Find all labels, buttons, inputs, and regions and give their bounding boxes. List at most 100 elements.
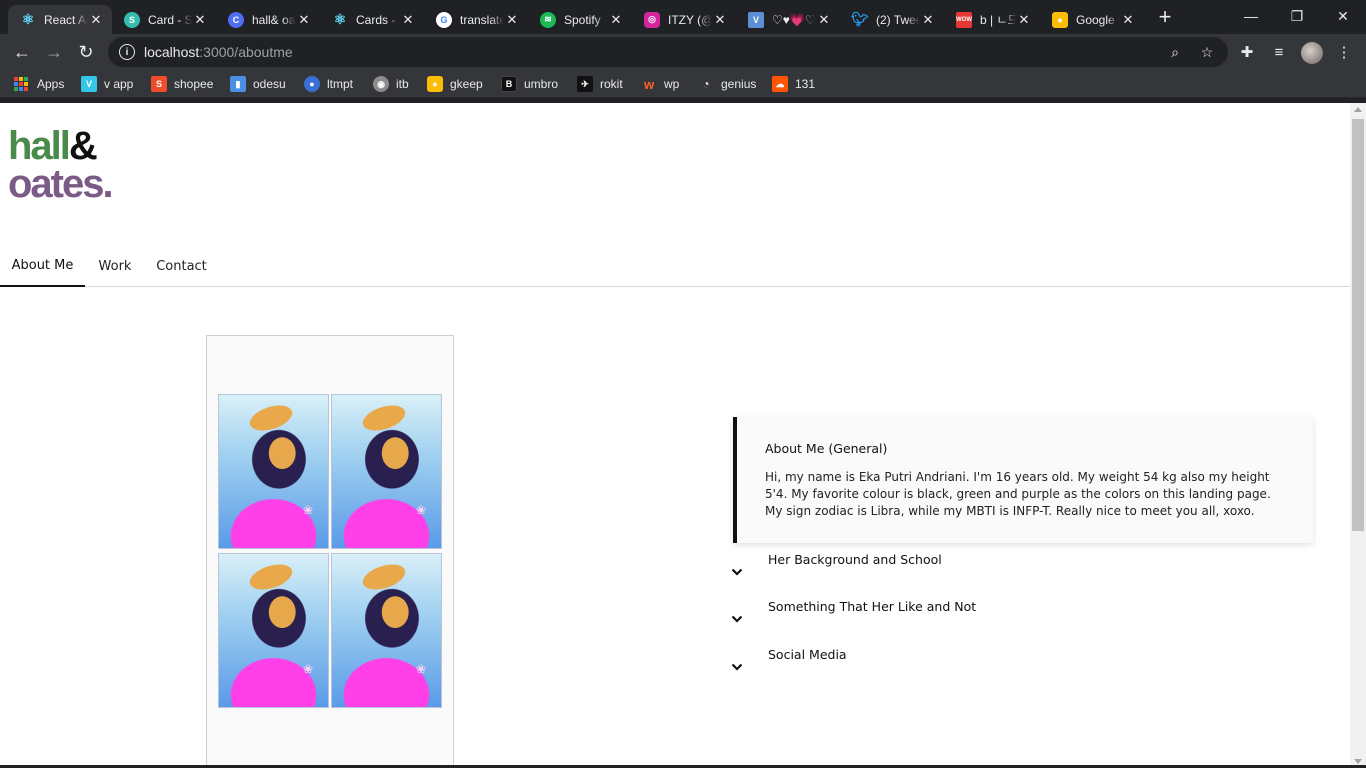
tab-about-me[interactable]: About Me	[0, 246, 85, 287]
restore-button[interactable]: ❐	[1274, 0, 1320, 32]
close-window-button[interactable]: ✕	[1320, 0, 1366, 32]
close-tab-icon[interactable]: ✕	[920, 12, 936, 28]
shopee-icon: S	[151, 76, 167, 92]
close-tab-icon[interactable]: ✕	[1120, 12, 1136, 28]
wow-icon: WOW	[956, 11, 972, 28]
browser-toolbar: ← → ↻ i localhost:3000/aboutme ⌕ ☆ ✚ ≡ ⋮	[0, 34, 1366, 70]
close-tab-icon[interactable]: ✕	[608, 12, 624, 28]
main-nav-tabs: About Me Work Contact	[0, 246, 1350, 287]
close-tab-icon[interactable]: ✕	[192, 12, 208, 28]
site-info-icon[interactable]: i	[119, 44, 135, 60]
accordion-label: Her Background and School	[768, 552, 942, 567]
close-tab-icon[interactable]: ✕	[1016, 12, 1032, 28]
instagram-icon: ◎	[644, 11, 660, 28]
forward-button[interactable]: →	[40, 38, 68, 66]
tab-twitter[interactable]: 🐦︎ (2) Twee ✕	[840, 5, 944, 34]
menu-kebab-icon[interactable]: ⋮	[1334, 42, 1354, 62]
soundcloud-icon: ☁	[772, 76, 788, 92]
react-icon: ⚛	[333, 11, 347, 27]
bookmark-rokit[interactable]: ✈ rokit	[577, 76, 623, 92]
chevron-down-icon[interactable]	[731, 566, 743, 578]
site-logo[interactable]: hall& oates.	[8, 126, 114, 204]
tab-google-keep[interactable]: ● Google Keep ✕	[1040, 5, 1144, 34]
tab-hearts[interactable]: V ♡♥💗♡ ✕	[736, 5, 840, 34]
chevron-down-icon[interactable]	[731, 661, 743, 673]
accordion-social-media[interactable]: Social Media	[731, 647, 1313, 691]
close-tab-icon[interactable]: ✕	[400, 12, 416, 28]
accordion-likes[interactable]: Something That Her Like and Not	[731, 599, 1313, 643]
about-general-title: About Me (General)	[765, 441, 888, 456]
v-app-icon: V	[81, 76, 97, 92]
browser-tab-bar: ⚛ React App ✕ S Card - Semantic ✕ C hall…	[0, 0, 1366, 34]
twitter-icon: 🐦︎	[851, 11, 869, 27]
zoom-icon[interactable]: ⌕	[1167, 44, 1183, 60]
bookmark-umbro[interactable]: B umbro	[501, 76, 558, 92]
tab-contact[interactable]: Contact	[145, 246, 218, 287]
genius-icon: ◔	[702, 77, 710, 91]
page-viewport: hall& oates. About Me Work Contact ❀ ❀ ❀…	[0, 103, 1350, 768]
odesu-icon: ▮	[230, 76, 246, 92]
bookmark-itb[interactable]: ◉ itb	[373, 76, 409, 92]
bookmark-star-icon[interactable]: ☆	[1199, 44, 1215, 60]
profile-avatar[interactable]	[1301, 42, 1323, 64]
about-general-card: About Me (General) Hi, my name is Eka Pu…	[733, 417, 1313, 543]
b-icon: B	[501, 76, 517, 92]
new-tab-button[interactable]: +	[1153, 6, 1177, 30]
tab-work[interactable]: Work	[85, 246, 145, 287]
page-scrollbar[interactable]	[1350, 103, 1366, 768]
profile-photo: ❀	[331, 394, 442, 549]
minimize-button[interactable]: —	[1228, 0, 1274, 32]
accordion-background-school[interactable]: Her Background and School	[731, 552, 1313, 596]
tab-translate[interactable]: G translate ✕	[424, 5, 528, 34]
tab-hall-oates[interactable]: C hall& oates ✕	[216, 5, 320, 34]
profile-photo: ❀	[331, 553, 442, 708]
vsco-icon: V	[748, 11, 764, 28]
profile-photo: ❀	[218, 394, 329, 549]
ltmpt-icon: ●	[304, 76, 320, 92]
close-tab-icon[interactable]: ✕	[816, 12, 832, 28]
close-tab-icon[interactable]: ✕	[296, 12, 312, 28]
bookmark-131[interactable]: ☁ 131	[772, 76, 815, 92]
media-queue-icon[interactable]: ≡	[1269, 42, 1289, 62]
close-tab-icon[interactable]: ✕	[504, 12, 520, 28]
reload-button[interactable]: ↻	[72, 38, 100, 66]
close-tab-icon[interactable]: ✕	[712, 12, 728, 28]
bookmark-genius[interactable]: ◔ genius	[698, 76, 756, 92]
url-text: localhost:3000/aboutme	[144, 44, 293, 60]
about-general-body: Hi, my name is Eka Putri Andriani. I'm 1…	[765, 470, 1271, 518]
tab-cards[interactable]: ⚛ Cards - ✕	[320, 5, 424, 34]
extensions-puzzle-icon[interactable]: ✚	[1237, 42, 1257, 62]
back-button[interactable]: ←	[8, 38, 36, 66]
scroll-up-arrow-icon[interactable]	[1354, 107, 1362, 112]
keep-icon: ●	[427, 76, 443, 92]
bookmark-v-app[interactable]: V v app	[81, 76, 133, 92]
address-bar[interactable]: i localhost:3000/aboutme ⌕ ☆	[108, 37, 1228, 67]
scroll-down-arrow-icon[interactable]	[1354, 759, 1362, 764]
bookmark-wp[interactable]: w wp	[641, 76, 679, 92]
scrollbar-thumb[interactable]	[1352, 119, 1364, 531]
bookmark-gkeep[interactable]: ● gkeep	[427, 76, 483, 92]
tab-wow[interactable]: WOW b | ㄴ드 ✕	[944, 5, 1040, 34]
itb-icon: ◉	[373, 76, 389, 92]
spotify-icon: ≋	[540, 11, 556, 28]
photo-strip: ❀ ❀ ❀ ❀	[218, 394, 443, 709]
bookmark-odesu[interactable]: ▮ odesu	[230, 76, 286, 92]
tab-spotify[interactable]: ≋ Spotify ✕	[528, 5, 632, 34]
bookmark-shopee[interactable]: S shopee	[151, 76, 213, 92]
profile-photo: ❀	[218, 553, 329, 708]
tab-react-app[interactable]: ⚛ React App ✕	[8, 5, 112, 34]
bookmark-ltmpt[interactable]: ● ltmpt	[304, 76, 353, 92]
bookmark-apps[interactable]: Apps	[14, 76, 64, 92]
c-icon: C	[228, 11, 244, 28]
semantic-icon: S	[124, 11, 140, 28]
wattpad-icon: w	[643, 76, 655, 92]
close-tab-icon[interactable]: ✕	[88, 12, 104, 28]
accordion-label: Something That Her Like and Not	[768, 599, 977, 614]
react-icon: ⚛	[21, 11, 35, 27]
photo-card: ❀ ❀ ❀ ❀	[206, 335, 454, 768]
accordion-label: Social Media	[768, 647, 847, 662]
tab-card-semantic[interactable]: S Card - Semantic ✕	[112, 5, 216, 34]
rokit-icon: ✈	[577, 76, 593, 92]
chevron-down-icon[interactable]	[731, 613, 743, 625]
tab-itzy-instagram[interactable]: ◎ ITZY (@ ✕	[632, 5, 736, 34]
